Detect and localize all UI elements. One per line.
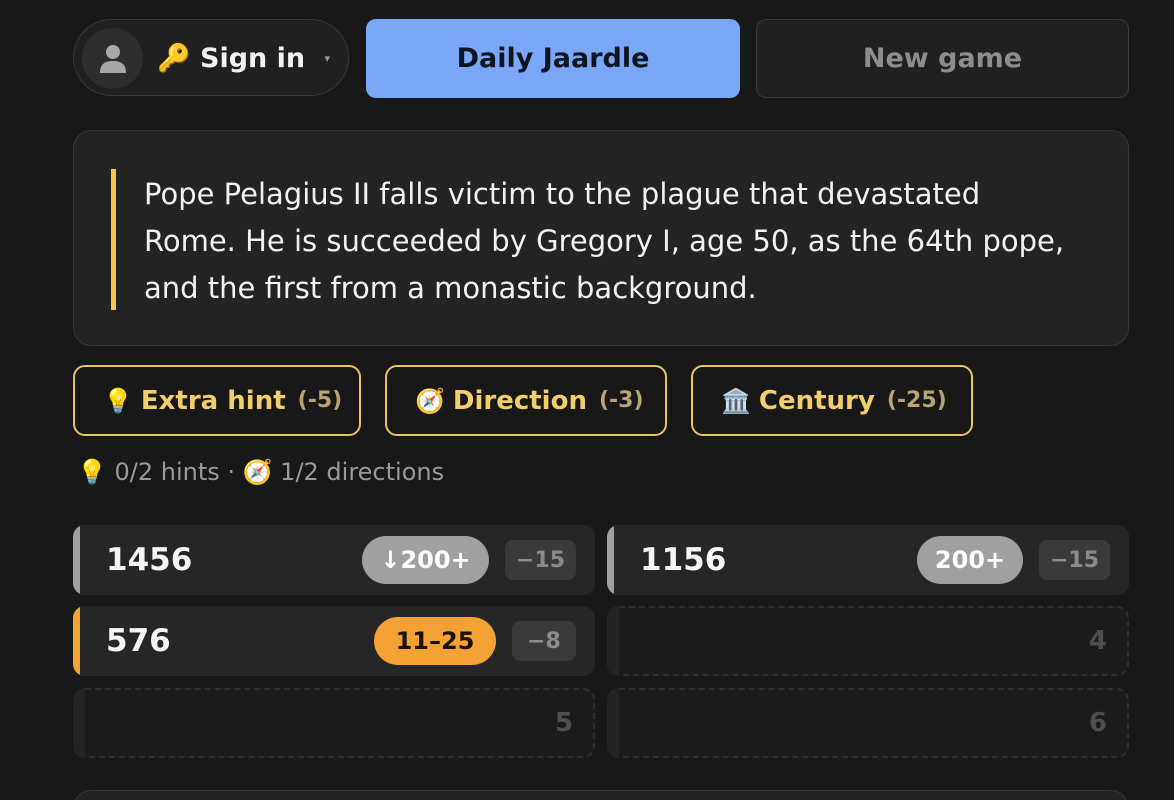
compass-icon: 🧭	[415, 386, 445, 415]
guess-row: 1156 200+ −15	[607, 525, 1129, 595]
game-page: 🔑 Sign in ▾ Daily Jaardle New game Pope …	[0, 0, 1174, 800]
guess-row: 1456 ↓200+ −15	[73, 525, 595, 595]
clue-card: Pope Pelagius II falls victim to the pla…	[73, 130, 1129, 346]
distance-badge: ↓200+	[362, 536, 489, 584]
direction-label: Direction	[452, 385, 587, 416]
penalty-badge: −15	[505, 540, 576, 580]
slot-number: 4	[1088, 626, 1107, 656]
century-button[interactable]: 🏛️ Century (-25)	[691, 365, 973, 436]
extra-hint-cost: (-5)	[297, 388, 343, 413]
slot-number: 6	[1088, 708, 1107, 738]
slot-number: 5	[554, 708, 573, 738]
bottom-panel	[73, 790, 1129, 800]
guess-year: 1456	[106, 542, 193, 578]
clue-text: Pope Pelagius II falls victim to the pla…	[144, 177, 1065, 305]
empty-guess-slot: 4	[607, 606, 1129, 676]
classical-building-icon: 🏛️	[721, 386, 751, 415]
penalty-badge: −15	[1039, 540, 1110, 580]
daily-jaardle-button[interactable]: Daily Jaardle	[366, 19, 740, 98]
extra-hint-label: Extra hint	[140, 385, 286, 416]
guess-row: 576 11–25 −8	[73, 606, 595, 676]
empty-guess-slot: 6	[607, 688, 1129, 758]
sign-in-button[interactable]: 🔑 Sign in ▾	[73, 19, 349, 96]
clue-accent-bar	[111, 169, 116, 310]
new-game-button[interactable]: New game	[756, 19, 1129, 98]
century-label: Century	[758, 385, 875, 416]
sign-in-label: 🔑 Sign in	[157, 43, 306, 74]
guess-year: 1156	[640, 542, 727, 578]
avatar	[82, 28, 143, 89]
direction-button[interactable]: 🧭 Direction (-3)	[385, 365, 667, 436]
extra-hint-button[interactable]: 💡 Extra hint (-5)	[73, 365, 361, 436]
hint-usage-stats: 💡 0/2 hints · 🧭 1/2 directions	[77, 458, 445, 486]
chevron-down-icon: ▾	[324, 52, 330, 65]
penalty-badge: −8	[512, 621, 576, 661]
direction-cost: (-3)	[598, 388, 644, 413]
guess-year: 576	[106, 623, 171, 659]
top-bar: 🔑 Sign in ▾ Daily Jaardle New game	[73, 19, 1129, 98]
key-icon: 🔑	[157, 43, 191, 74]
century-cost: (-25)	[886, 388, 947, 413]
empty-guess-slot: 5	[73, 688, 595, 758]
distance-badge: 11–25	[374, 617, 496, 665]
user-icon	[100, 45, 126, 73]
distance-badge: 200+	[917, 536, 1023, 584]
lightbulb-icon: 💡	[103, 386, 133, 415]
